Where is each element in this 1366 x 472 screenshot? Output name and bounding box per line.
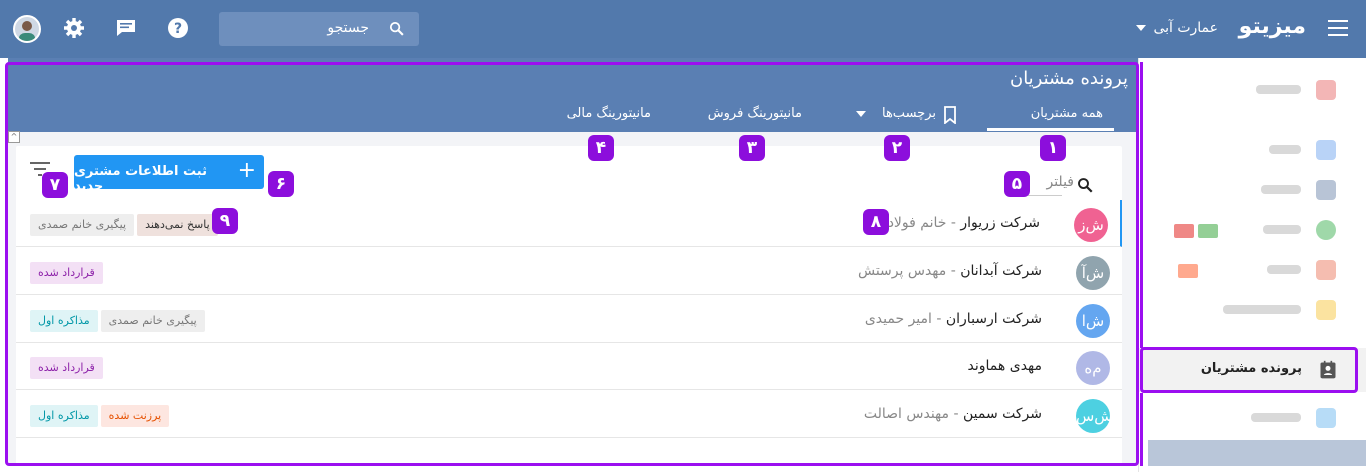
tag-list: پاسخ نمی‌دهند پیگیری خانم صمدی <box>30 214 218 236</box>
customer-contact: امیر حمیدی <box>864 311 932 327</box>
calendar-icon <box>1316 260 1336 280</box>
avatar[interactable] <box>13 15 41 43</box>
customer-contact: مهدس پرستش <box>857 263 947 279</box>
chart-icon <box>1316 408 1336 428</box>
active-tab-indicator <box>987 128 1114 131</box>
tab-labels[interactable]: برچسب‌ها <box>882 106 936 121</box>
customer-name-line[interactable]: مهدی هماوند <box>968 358 1042 374</box>
customer-name: شرکت زریوار <box>960 215 1040 231</box>
marker-8: ۸ <box>863 209 889 235</box>
new-customer-label: ثبت اطلاعات مشتری جدید <box>74 164 207 194</box>
new-customer-button[interactable]: + ثبت اطلاعات مشتری جدید <box>74 155 264 194</box>
sidebar-item-messages[interactable] <box>1138 130 1366 170</box>
name-separator: - <box>946 215 961 231</box>
customer-avatar: ش‌آ <box>1076 256 1110 290</box>
marker-6: ۶ <box>268 171 294 197</box>
status-badge[interactable]: قرارداد شده <box>30 262 103 284</box>
customer-name: شرکت آبدانان <box>960 263 1042 279</box>
top-bar: میزیتو عمارت آبی <box>0 0 1366 58</box>
sidebar-item-dashboard[interactable] <box>1138 70 1366 110</box>
marker-2: ۲ <box>884 135 910 161</box>
customer-name: مهدی هماوند <box>967 358 1042 374</box>
sidebar: پرونده مشتریان <box>1138 58 1366 472</box>
name-separator: - <box>931 311 946 327</box>
table-row[interactable]: ش‌ز شرکت زریوار - خانم فولادی پاسخ نمی‌دهن… <box>16 200 1122 247</box>
chat-icon[interactable] <box>114 16 138 40</box>
tag-list: پرزنت شده مذاکره اول <box>30 405 170 427</box>
customer-avatar: ش‌ا <box>1076 304 1110 338</box>
customer-name: شرکت سمین <box>962 406 1042 422</box>
sidebar-item-monitoring[interactable] <box>1138 398 1366 438</box>
sidebar-blurred-button[interactable] <box>1148 440 1366 466</box>
search-icon[interactable] <box>1076 176 1094 194</box>
sidebar-item-projects[interactable] <box>1138 170 1366 210</box>
customer-name-line[interactable]: شرکت زریوار - خانم فولادی <box>877 215 1040 231</box>
sidebar-item-calendar[interactable] <box>1138 250 1366 290</box>
status-badge[interactable]: مذاکره اول <box>30 405 98 427</box>
marker-5: ۵ <box>1004 171 1030 197</box>
name-separator: - <box>949 406 963 422</box>
collapse-toggle[interactable]: ^ <box>8 131 20 143</box>
help-icon[interactable]: ? <box>166 16 190 40</box>
tag-list: پیگیری خانم صمدی مذاکره اول <box>30 310 205 332</box>
page-title: پرونده مشتریان <box>1009 68 1128 89</box>
note-icon <box>1316 300 1336 320</box>
table-row[interactable]: ش‌س شرکت سمین - مهندس اصالت پرزنت شده مذاکر… <box>16 391 1122 438</box>
status-badge[interactable]: پیگیری خانم صمدی <box>100 310 205 332</box>
marker-9: ۹ <box>212 208 238 234</box>
customer-avatar: ش‌س <box>1076 399 1113 433</box>
marker-1: ۱ <box>1040 135 1066 161</box>
sidebar-item-label: پرونده مشتریان <box>1200 361 1302 376</box>
status-badge[interactable]: پاسخ نمی‌دهند <box>137 214 218 236</box>
brand-logo: میزیتو <box>1238 14 1306 39</box>
svg-text:?: ? <box>174 21 182 37</box>
customer-name-line[interactable]: شرکت آبدانان - مهدس پرستش <box>858 263 1042 279</box>
sidebar-item-notes[interactable] <box>1138 290 1366 330</box>
search-input[interactable]: جستجو <box>219 12 419 46</box>
table-row[interactable]: م‌ه مهدی هماوند قرارداد شده <box>16 343 1122 390</box>
chevron-down-icon[interactable] <box>1136 25 1146 31</box>
bookmark-icon <box>944 106 956 124</box>
sidebar-item-tasks[interactable] <box>1138 210 1366 250</box>
contacts-icon <box>1320 360 1336 379</box>
menu-icon[interactable] <box>1328 20 1348 36</box>
tag-list: قرارداد شده <box>30 262 103 284</box>
table-row[interactable]: ش‌آ شرکت آبدانان - مهدس پرستش قرارداد شده <box>16 248 1122 295</box>
marker-7: ۷ <box>42 172 68 198</box>
status-badge[interactable]: قرارداد شده <box>30 357 103 379</box>
customer-contact: مهندس اصالت <box>863 406 950 422</box>
customer-name: شرکت ارسباران <box>945 311 1042 327</box>
marker-3: ۳ <box>739 135 765 161</box>
tab-sales-monitoring[interactable]: مانیتورینگ فروش <box>708 106 802 121</box>
customer-name-line[interactable]: شرکت ارسباران - امیر حمیدی <box>865 311 1042 327</box>
search-placeholder: جستجو <box>327 20 369 36</box>
tag-list: قرارداد شده <box>30 357 103 379</box>
status-badge[interactable]: مذاکره اول <box>30 310 98 332</box>
chevron-down-icon[interactable] <box>856 111 866 117</box>
customer-avatar: ش‌ز <box>1074 208 1108 242</box>
tab-finance-monitoring[interactable]: مانیتورینگ مالی <box>567 106 651 121</box>
org-selector[interactable]: عمارت آبی <box>1153 20 1218 36</box>
sidebar-item-customers[interactable]: پرونده مشتریان <box>1138 348 1366 392</box>
check-icon <box>1316 220 1336 240</box>
status-badge[interactable]: پرزنت شده <box>100 405 170 427</box>
customer-name-line[interactable]: شرکت سمین - مهندس اصالت <box>864 406 1042 422</box>
tab-all-customers[interactable]: همه مشتریان <box>1031 106 1103 121</box>
gear-icon[interactable] <box>62 16 86 40</box>
table-row[interactable]: ش‌ا شرکت ارسباران - امیر حمیدی پیگیری خانم… <box>16 296 1122 343</box>
marker-4: ۴ <box>588 135 614 161</box>
plus-icon: + <box>237 158 256 183</box>
search-icon <box>389 21 404 36</box>
filter-input[interactable]: فیلتر <box>1046 174 1074 190</box>
message-icon <box>1316 140 1336 160</box>
customer-avatar: م‌ه <box>1076 351 1110 385</box>
folder-icon <box>1316 180 1336 200</box>
home-icon <box>1316 80 1336 100</box>
status-badge[interactable]: پیگیری خانم صمدی <box>30 214 135 236</box>
name-separator: - <box>946 263 961 279</box>
